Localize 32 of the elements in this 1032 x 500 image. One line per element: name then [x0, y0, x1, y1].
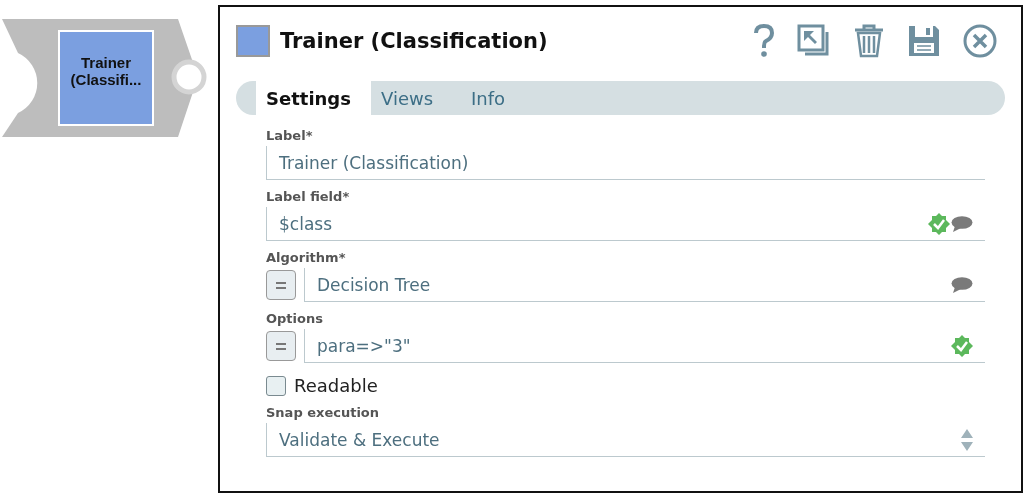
equals-icon [276, 342, 286, 350]
expression-toggle-button[interactable] [266, 270, 296, 300]
close-icon[interactable] [963, 24, 997, 58]
input-field[interactable]: Trainer (Classification) [266, 146, 985, 180]
trash-icon[interactable] [853, 24, 885, 58]
equals-icon [276, 281, 286, 289]
save-icon[interactable] [907, 24, 941, 58]
snap-node-label: Trainer (Classifi... [58, 30, 154, 126]
field-label: Algorithm* [266, 249, 347, 267]
expression-toggle-button[interactable] [266, 331, 296, 361]
input-field[interactable]: para=>"3" [304, 329, 985, 363]
input-field[interactable]: Decision Tree [304, 268, 985, 302]
help-icon[interactable] [753, 24, 775, 58]
field-label: Label* [266, 127, 314, 145]
comment-icon[interactable] [951, 276, 973, 293]
panel-title: Trainer (Classification) [280, 29, 549, 53]
snap-color-swatch [236, 25, 270, 57]
verified-badge-icon [928, 212, 950, 235]
select-field[interactable]: Validate & Execute [266, 423, 985, 457]
field-label: Snap execution [266, 404, 381, 422]
comment-icon[interactable] [951, 215, 973, 232]
checkbox[interactable] [266, 375, 286, 396]
sort-arrows-icon [961, 428, 973, 451]
tab[interactable]: Info [461, 81, 534, 115]
checkbox-label: Readable [294, 375, 378, 396]
tab[interactable]: Views [370, 81, 462, 115]
field-label: Options [266, 310, 324, 328]
verified-badge-icon [951, 334, 973, 357]
expand-window-icon[interactable] [797, 24, 831, 58]
field-label: Label field* [266, 188, 351, 206]
tab[interactable]: Settings [256, 81, 371, 115]
input-field[interactable]: $class [266, 207, 985, 241]
